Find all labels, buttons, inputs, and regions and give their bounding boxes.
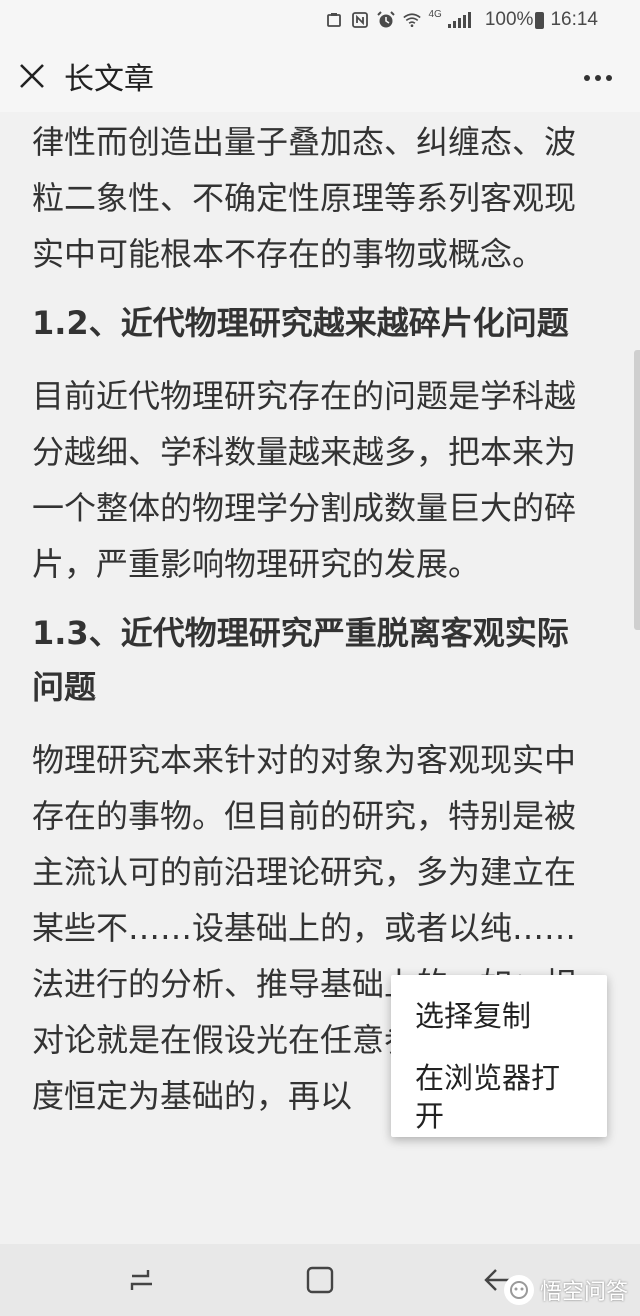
signal-icon bbox=[447, 12, 471, 28]
status-icons: 4G bbox=[325, 8, 475, 29]
article-body: 律性而创造出量子叠加态、纠缠态、波粒二象性、不确定性原理等系列客观现实中可能根本… bbox=[0, 114, 640, 1124]
close-icon bbox=[20, 64, 44, 88]
nfc-icon bbox=[351, 11, 369, 29]
paragraph: 目前近代物理研究存在的问题是学科越分越细、学科数量越来越多，把本来为一个整体的物… bbox=[32, 377, 577, 583]
close-button[interactable] bbox=[12, 56, 52, 96]
battery-icon bbox=[535, 11, 545, 29]
recent-apps-button[interactable] bbox=[122, 1262, 162, 1298]
more-button[interactable] bbox=[578, 58, 618, 98]
watermark: 悟空问答 bbox=[503, 1274, 628, 1306]
page-title: 长文章 bbox=[64, 62, 154, 97]
lte-label: 4G bbox=[428, 8, 442, 20]
wifi-icon bbox=[402, 11, 421, 29]
menu-item-select-copy[interactable]: 选择复制 bbox=[391, 997, 607, 1035]
wukong-logo-icon bbox=[503, 1275, 534, 1305]
clock: 16:14 bbox=[550, 9, 598, 30]
battery-percent: 100% bbox=[484, 9, 534, 30]
home-button[interactable] bbox=[300, 1262, 340, 1298]
more-icon bbox=[584, 75, 612, 81]
status-bar: 4G 100% 16:14 bbox=[0, 0, 640, 40]
watermark-text: 悟空问答 bbox=[539, 1280, 628, 1305]
recycle-icon bbox=[325, 11, 343, 29]
title-bar: 长文章 bbox=[0, 40, 640, 112]
alarm-icon bbox=[376, 11, 395, 29]
menu-item-open-in-browser[interactable]: 在浏览器打开 bbox=[391, 1059, 607, 1135]
context-menu: 选择复制 在浏览器打开 bbox=[391, 975, 607, 1137]
paragraph: 律性而创造出量子叠加态、纠缠态、波粒二象性、不确定性原理等系列客观现实中可能根本… bbox=[32, 123, 577, 273]
section-heading: 1.2、近代物理研究越来越碎片化问题 bbox=[32, 304, 569, 342]
scrollbar[interactable] bbox=[634, 350, 640, 630]
section-heading: 1.3、近代物理研究严重脱离客观实际问题 bbox=[32, 614, 569, 706]
home-icon bbox=[306, 1266, 334, 1294]
recent-apps-icon bbox=[130, 1270, 152, 1290]
